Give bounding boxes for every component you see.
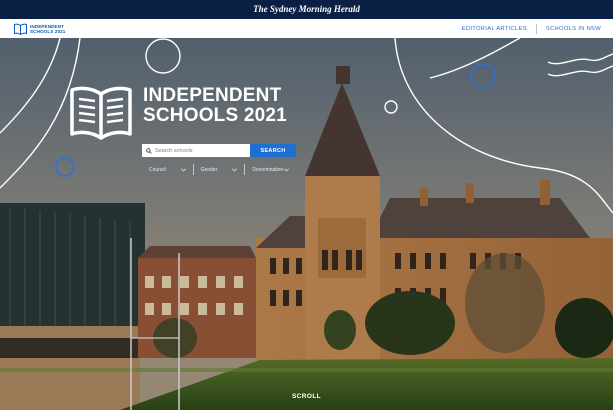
nav-links: EDITORIAL ARTICLES SCHOOLS IN NSW (462, 19, 601, 38)
chevron-down-icon (232, 168, 238, 171)
filter-label: Gender (200, 166, 218, 173)
chevron-down-icon (284, 168, 289, 171)
nav-divider (535, 23, 537, 34)
hero-title: INDEPENDENT SCHOOLS 2021 (143, 86, 287, 126)
book-icon (14, 23, 27, 35)
filter-bar: Council Gender Denomination (142, 164, 296, 175)
filter-label: Denomination (252, 166, 284, 173)
filter-council-dropdown[interactable]: Council (142, 164, 194, 175)
masthead[interactable]: The Sydney Morning Herald (0, 0, 613, 19)
chevron-down-icon (180, 168, 186, 171)
filter-denomination-dropdown[interactable]: Denomination (245, 164, 296, 175)
school-search: SEARCH (142, 144, 296, 157)
logo-text: INDEPENDENT SCHOOLS 2021 (30, 23, 66, 34)
scroll-indicator[interactable]: SCROLL (0, 393, 613, 400)
hero-title-line-1: INDEPENDENT (143, 85, 282, 106)
search-input[interactable] (151, 145, 250, 156)
nav-link-schools-in-nsw[interactable]: SCHOOLS IN NSW (546, 26, 601, 32)
book-icon (70, 86, 132, 140)
filter-gender-dropdown[interactable]: Gender (194, 164, 246, 175)
hero-section: INDEPENDENT SCHOOLS 2021 SEARCH Council … (0, 38, 613, 410)
hero-title-line-2: SCHOOLS 2021 (143, 105, 287, 126)
search-button[interactable]: SEARCH (250, 144, 296, 157)
masthead-title: The Sydney Morning Herald (253, 4, 360, 14)
site-logo[interactable]: INDEPENDENT SCHOOLS 2021 (14, 21, 85, 36)
filter-label: Council (149, 166, 166, 173)
nav-link-editorial-articles[interactable]: EDITORIAL ARTICLES (462, 26, 527, 32)
top-nav: INDEPENDENT SCHOOLS 2021 EDITORIAL ARTIC… (0, 19, 613, 39)
search-box[interactable] (142, 144, 250, 157)
